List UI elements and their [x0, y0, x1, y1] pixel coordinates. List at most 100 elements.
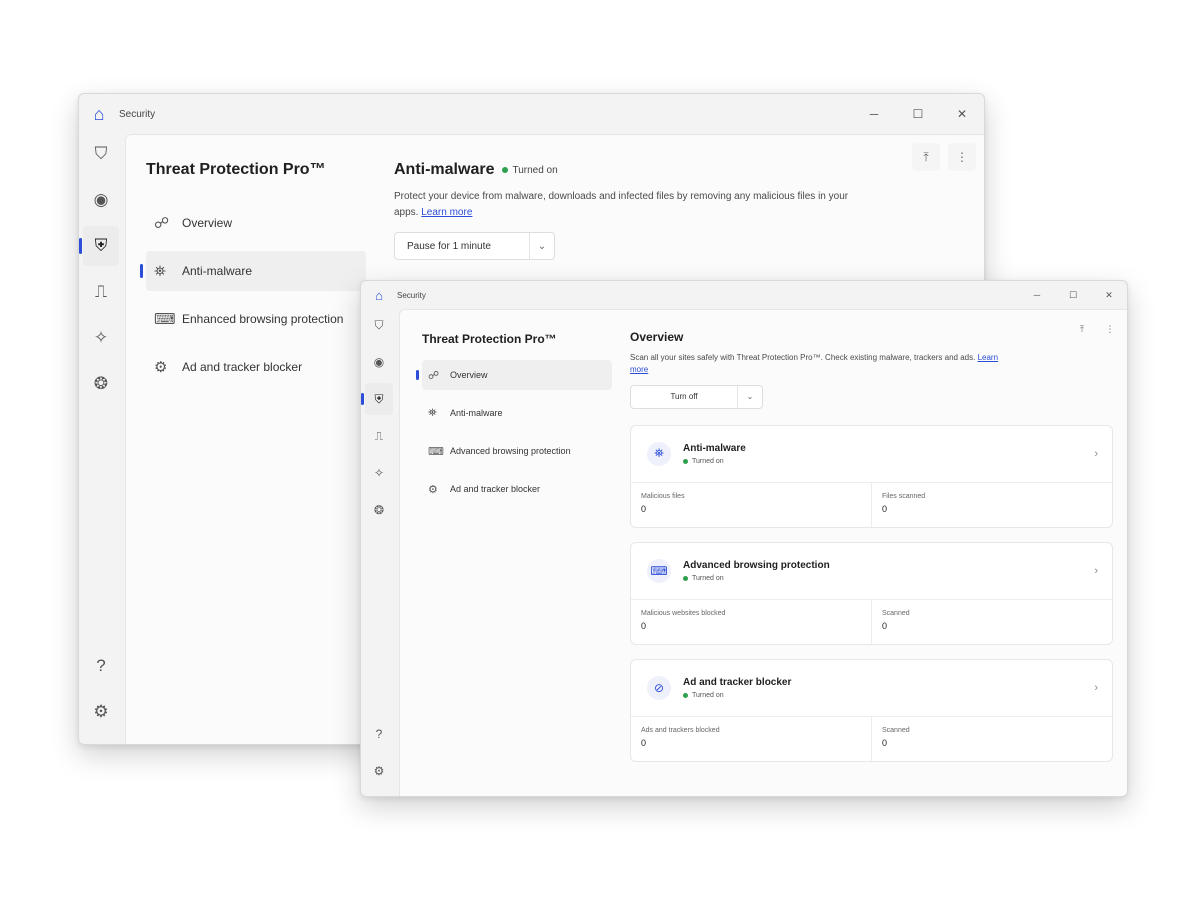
- blocker-icon: ⚙: [154, 359, 168, 376]
- nav-item-browsing-protection[interactable]: ⌨ Advanced browsing protection: [422, 436, 612, 466]
- title-bar: ⌂ Security ─ ☐ ✕: [361, 281, 1127, 309]
- rail-help-icon[interactable]: ?: [83, 646, 119, 686]
- rail-apps-icon[interactable]: ✧: [365, 457, 393, 489]
- section-nav: Threat Protection Pro™ ☍ Overview ⛯ Anti…: [140, 161, 366, 395]
- card-stats: Ads and trackers blocked 0 Scanned 0: [631, 716, 1112, 761]
- bug-icon: ⛯: [428, 406, 437, 419]
- close-button[interactable]: ✕: [940, 94, 984, 134]
- page-title: Overview: [630, 330, 684, 344]
- app-name: Security: [397, 290, 426, 300]
- feature-card-anti-malware: ⛯ Anti-malware Turned on › Malicious fil…: [630, 424, 1113, 528]
- rail-apps-icon[interactable]: ✧: [83, 318, 119, 358]
- status-dot-icon: [683, 458, 688, 464]
- chevron-down-icon[interactable]: ⌄: [530, 241, 554, 252]
- rail-devices-icon[interactable]: ⎍: [83, 272, 119, 312]
- page-description: Scan all your sites safely with Threat P…: [630, 352, 1010, 377]
- card-stats: Malicious files 0 Files scanned 0: [631, 482, 1112, 527]
- rail-settings-icon[interactable]: ⚙: [83, 692, 119, 732]
- stat: Scanned 0: [872, 600, 1112, 644]
- rail-family-icon[interactable]: ❂: [83, 364, 119, 404]
- pause-dropdown[interactable]: Pause for 1 minute ⌄: [394, 232, 555, 260]
- page-title: Anti-malware: [394, 161, 495, 178]
- stat-value: 0: [641, 620, 647, 631]
- rail-globe-icon[interactable]: ◉: [83, 180, 119, 220]
- section-nav: Threat Protection Pro™ ☍ Overview ⛯ Anti…: [416, 332, 612, 512]
- nav-item-ad-tracker-blocker[interactable]: ⚙ Ad and tracker blocker: [146, 347, 366, 387]
- nav-rail: ⛉ ◉ ⛨ ⎍ ✧ ❂ ? ⚙: [361, 309, 397, 796]
- nav-item-browsing-protection[interactable]: ⌨ Enhanced browsing protection: [146, 299, 366, 339]
- chevron-down-icon[interactable]: ⌄: [738, 392, 762, 401]
- nav-item-label: Ad and tracker blocker: [450, 484, 541, 494]
- app-name: Security: [119, 108, 156, 120]
- chevron-right-icon[interactable]: ›: [1094, 682, 1098, 694]
- page-description: Protect your device from malware, downlo…: [394, 189, 864, 220]
- rail-shield-icon[interactable]: ⛉: [83, 134, 119, 174]
- learn-more-link[interactable]: Learn more: [421, 207, 472, 218]
- rail-settings-icon[interactable]: ⚙: [365, 755, 393, 787]
- browser-icon: ⌨: [428, 445, 444, 458]
- card-title: Anti-malware: [683, 442, 746, 454]
- card-header[interactable]: ⛯ Anti-malware Turned on ›: [631, 426, 1112, 483]
- content-area: Threat Protection Pro™ ☍ Overview ⛯ Anti…: [399, 309, 1127, 796]
- pause-dropdown-label[interactable]: Pause for 1 minute: [395, 233, 530, 259]
- nav-item-anti-malware[interactable]: ⛯ Anti-malware: [140, 251, 366, 291]
- nav-item-overview[interactable]: ☍ Overview: [146, 203, 366, 243]
- turn-off-dropdown[interactable]: Turn off ⌄: [630, 384, 763, 409]
- status-text: Turned on: [692, 691, 724, 699]
- stat-value: 0: [882, 737, 888, 748]
- rail-help-icon[interactable]: ?: [365, 718, 393, 750]
- feature-cards: ⛯ Anti-malware Turned on › Malicious fil…: [630, 424, 1113, 762]
- feature-card-ad-tracker-blocker: ⊘ Ad and tracker blocker Turned on › Ads…: [630, 658, 1113, 762]
- turn-off-dropdown-label[interactable]: Turn off: [631, 385, 738, 408]
- nav-item-anti-malware[interactable]: ⛯ Anti-malware: [422, 398, 612, 428]
- nav-item-overview[interactable]: ☍ Overview: [416, 360, 612, 390]
- chevron-right-icon[interactable]: ›: [1094, 565, 1098, 577]
- bug-icon: ⛯: [154, 262, 167, 280]
- stat-label: Scanned: [882, 726, 910, 734]
- rail-shield-icon[interactable]: ⛉: [365, 309, 393, 341]
- nav-item-label: Anti-malware: [182, 264, 253, 278]
- nav-item-label: Advanced browsing protection: [450, 446, 571, 456]
- rail-devices-icon[interactable]: ⎍: [365, 420, 393, 452]
- overview-icon: ☍: [428, 369, 440, 382]
- stat-value: 0: [641, 503, 647, 514]
- minimize-button[interactable]: ─: [1019, 281, 1055, 309]
- rail-protection-icon[interactable]: ⛨: [361, 383, 393, 415]
- rail-protection-icon[interactable]: ⛨: [79, 226, 119, 266]
- card-title: Advanced browsing protection: [683, 559, 830, 571]
- chevron-right-icon[interactable]: ›: [1094, 448, 1098, 460]
- card-header[interactable]: ⊘ Ad and tracker blocker Turned on ›: [631, 660, 1112, 717]
- stat-label: Scanned: [882, 609, 910, 617]
- stat: Scanned 0: [872, 717, 1112, 761]
- status-badge: Turned on: [502, 164, 558, 176]
- stat: Files scanned 0: [872, 483, 1112, 527]
- rail-globe-icon[interactable]: ◉: [365, 346, 393, 378]
- status-dot-icon: [683, 575, 688, 581]
- blocker-icon: ⊘: [647, 675, 671, 700]
- stat: Malicious websites blocked 0: [631, 599, 872, 644]
- stat: Ads and trackers blocked 0: [631, 716, 872, 761]
- status-badge: Turned on: [683, 458, 746, 465]
- minimize-button[interactable]: ─: [852, 94, 896, 134]
- maximize-button[interactable]: ☐: [896, 94, 940, 134]
- product-title: Threat Protection Pro™: [146, 161, 326, 178]
- rail-family-icon[interactable]: ❂: [365, 494, 393, 526]
- product-title: Threat Protection Pro™: [422, 332, 557, 346]
- browser-icon: ⌨: [154, 311, 176, 328]
- nav-item-label: Overview: [450, 370, 488, 380]
- status-badge: Turned on: [683, 575, 830, 582]
- status-dot-icon: [683, 692, 688, 698]
- app-logo-icon: ⌂: [375, 287, 383, 303]
- status-text: Turned on: [512, 164, 558, 176]
- nav-item-label: Overview: [182, 216, 233, 230]
- nav-item-label: Anti-malware: [450, 408, 503, 418]
- nav-item-ad-tracker-blocker[interactable]: ⚙ Ad and tracker blocker: [422, 474, 612, 504]
- status-dot-icon: [502, 167, 509, 173]
- stat-label: Malicious websites blocked: [641, 609, 726, 617]
- close-button[interactable]: ✕: [1091, 281, 1127, 309]
- card-header[interactable]: ⌨ Advanced browsing protection Turned on…: [631, 543, 1112, 600]
- blocker-icon: ⚙: [428, 483, 438, 496]
- overview-icon: ☍: [154, 215, 170, 232]
- front-window: ⌂ Security ─ ☐ ✕ ⛉ ◉ ⛨ ⎍ ✧ ❂ ? ⚙ Threat …: [360, 280, 1128, 797]
- maximize-button[interactable]: ☐: [1055, 281, 1091, 309]
